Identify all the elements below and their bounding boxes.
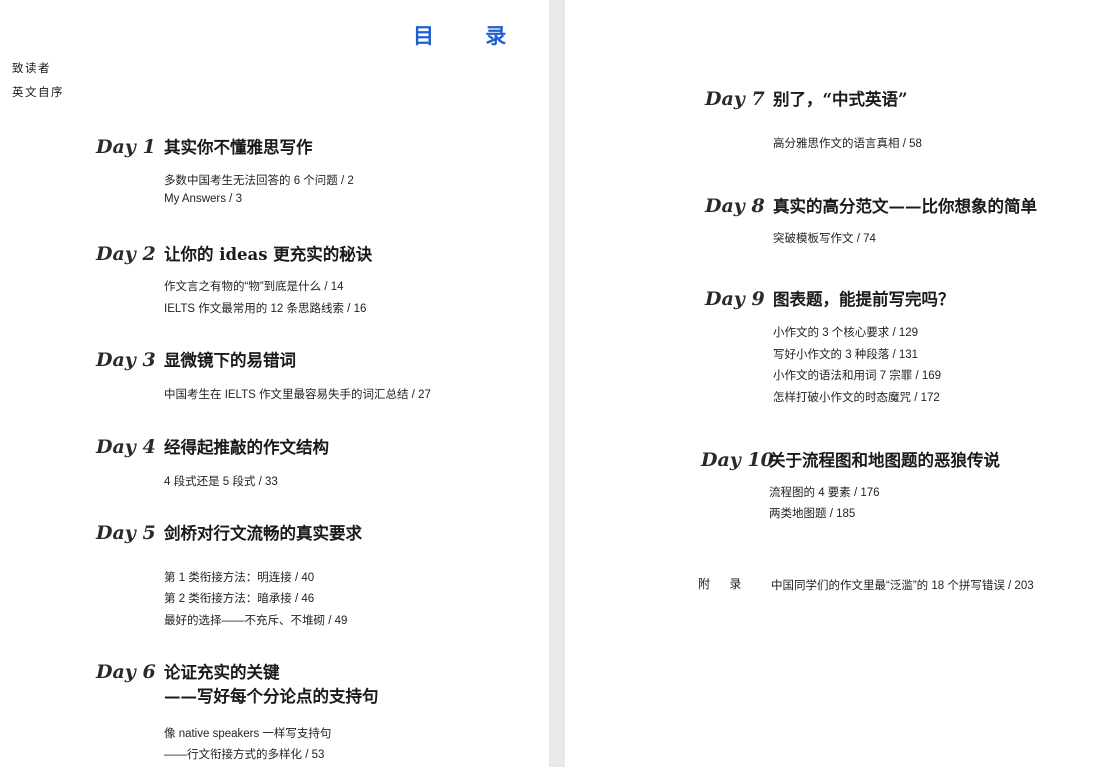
day-label: Day 1: [96, 136, 156, 158]
toc-subentry[interactable]: 最好的选择——不充斥、不堆砌 / 49: [164, 612, 347, 628]
day-title[interactable]: 关于流程图和地图题的恶狼传说: [769, 449, 1000, 473]
day-title[interactable]: 让你的 ideas 更充实的秘诀: [164, 243, 372, 267]
toc-subentry[interactable]: 写好小作文的 3 种段落 / 131: [773, 346, 918, 362]
day-label: Day 6: [96, 661, 156, 683]
day-label: Day 10: [701, 449, 774, 471]
right-page: Day 7 别了，“中式英语” 高分雅思作文的语言真相 / 58 Day 8 真…: [565, 0, 1094, 767]
toc-entry-english-preface[interactable]: 英文自序: [12, 84, 64, 100]
day-title[interactable]: 图表题，能提前写完吗？: [773, 288, 955, 312]
toc-subentry[interactable]: 突破模板写作文 / 74: [773, 230, 876, 246]
day-label: Day 7: [705, 88, 765, 110]
day-title[interactable]: 真实的高分范文——比你想象的简单: [773, 195, 1037, 219]
toc-subentry[interactable]: 怎样打破小作文的时态魔咒 / 172: [773, 389, 940, 405]
toc-subentry[interactable]: ——行文衔接方式的多样化 / 53: [164, 746, 324, 762]
day-title[interactable]: 论证充实的关键: [164, 661, 280, 685]
day-label: Day 4: [96, 436, 156, 458]
appendix-entry[interactable]: 中国同学们的作文里最“泛滥”的 18 个拼写错误 / 203: [771, 577, 1034, 593]
toc-subentry[interactable]: 中国考生在 IELTS 作文里最容易失手的词汇总结 / 27: [164, 386, 431, 402]
toc-entry-to-readers[interactable]: 致读者: [12, 60, 51, 76]
toc-subentry[interactable]: IELTS 作文最常用的 12 条思路线索 / 16: [164, 300, 366, 316]
toc-subentry[interactable]: 第 2 类衔接方法：暗承接 / 46: [164, 590, 314, 606]
day-label: Day 8: [705, 195, 765, 217]
day-label: Day 5: [96, 522, 156, 544]
day-title[interactable]: 其实你不懂雅思写作: [164, 136, 313, 160]
toc-subentry[interactable]: 两类地图题 / 185: [769, 505, 855, 521]
toc-subentry[interactable]: 高分雅思作文的语言真相 / 58: [773, 135, 922, 151]
toc-subentry[interactable]: 作文言之有物的“物”到底是什么 / 14: [164, 278, 344, 294]
day-title[interactable]: 剑桥对行文流畅的真实要求: [164, 522, 362, 546]
toc-subentry[interactable]: 第 1 类衔接方法：明连接 / 40: [164, 569, 314, 585]
appendix-label: 附 录: [698, 577, 750, 591]
day-title[interactable]: 经得起推敲的作文结构: [164, 436, 329, 460]
toc-subentry[interactable]: My Answers / 3: [164, 193, 242, 205]
day-label: Day 2: [96, 243, 156, 265]
toc-subentry[interactable]: 流程图的 4 要素 / 176: [769, 484, 880, 500]
day-title[interactable]: 显微镜下的易错词: [164, 349, 296, 373]
toc-subentry[interactable]: 4 段式还是 5 段式 / 33: [164, 473, 278, 489]
left-page: 目 录 致读者 英文自序 Day 1 其实你不懂雅思写作 多数中国考生无法回答的…: [0, 0, 549, 767]
day-title[interactable]: 别了，“中式英语”: [773, 88, 907, 112]
toc-subentry[interactable]: 小作文的语法和用词 7 宗罪 / 169: [773, 367, 941, 383]
day-label: Day 9: [705, 288, 765, 310]
day-label: Day 3: [96, 349, 156, 371]
toc-subentry[interactable]: 小作文的 3 个核心要求 / 129: [773, 324, 918, 340]
day-title-continued[interactable]: ——写好每个分论点的支持句: [164, 685, 379, 709]
toc-subentry[interactable]: 像 native speakers 一样写支持句: [164, 725, 331, 741]
toc-subentry[interactable]: 多数中国考生无法回答的 6 个问题 / 2: [164, 172, 354, 188]
page-title: 目 录: [413, 24, 529, 48]
